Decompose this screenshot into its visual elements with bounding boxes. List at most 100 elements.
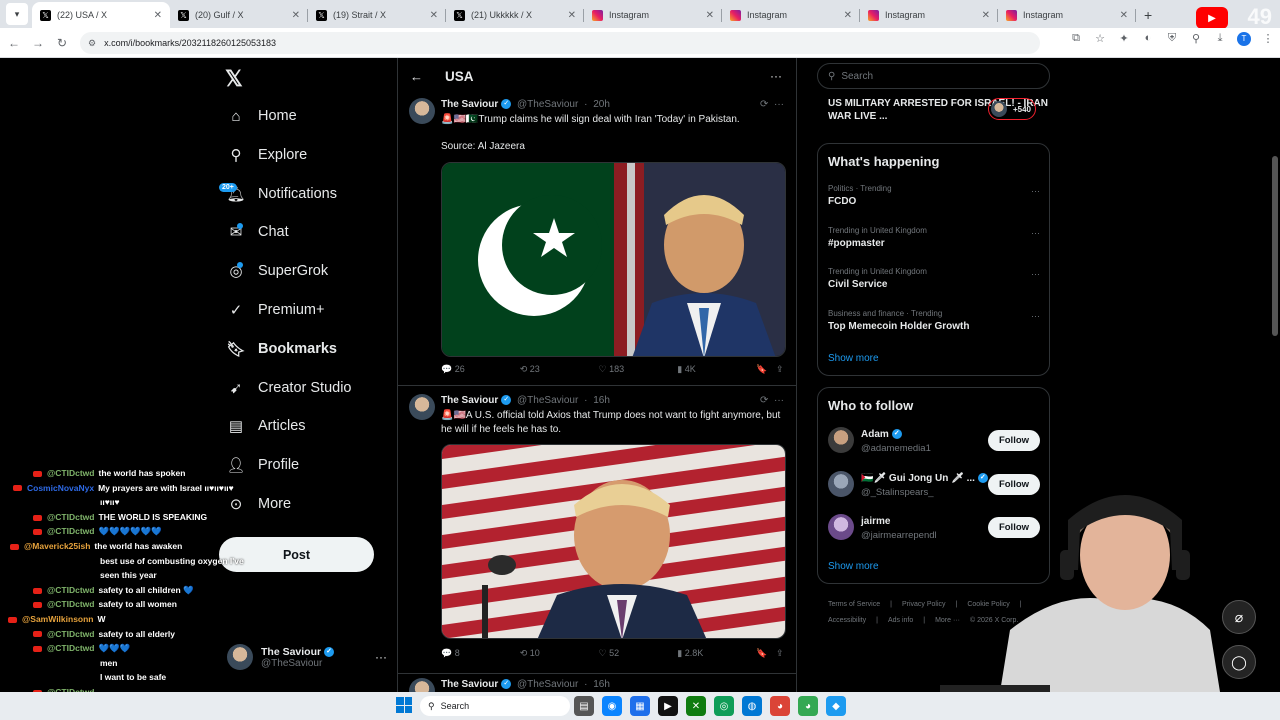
app-icon[interactable]: ◍ [742, 696, 762, 716]
browser-tab[interactable]: Instagram ✕ [860, 2, 998, 28]
close-icon[interactable]: ✕ [154, 10, 162, 21]
close-icon[interactable]: ✕ [706, 10, 714, 21]
avatar[interactable] [409, 394, 435, 420]
stream-app-icon[interactable]: ◎ [714, 696, 734, 716]
tweet-image[interactable] [441, 162, 786, 357]
taskbar-search[interactable]: ⚲ Search [420, 696, 570, 716]
views-button[interactable]: ▮ 4K [677, 364, 756, 375]
back-icon[interactable]: ← [2, 36, 26, 50]
url-input[interactable]: ⚙ x.com/i/bookmarks/2032118260125053183 [80, 32, 1040, 54]
profile-avatar[interactable]: T [1237, 32, 1251, 46]
tweet-author-name[interactable]: The Saviour [441, 99, 498, 110]
close-icon[interactable]: ✕ [1120, 10, 1128, 21]
bookmark-icon[interactable]: 🔖 [756, 364, 776, 375]
menu-icon[interactable]: ⋮ [1256, 32, 1280, 46]
reply-button[interactable]: 💬 8 [441, 648, 520, 659]
nav-item-explore[interactable]: ⚲ Explore [227, 141, 308, 169]
repost-button[interactable]: ⟲ 23 [520, 364, 599, 375]
scrollbar[interactable] [1270, 58, 1280, 692]
nav-item-chat[interactable]: ✉ Chat [227, 218, 289, 246]
store-icon[interactable]: ▦ [630, 696, 650, 716]
browser-tab[interactable]: Instagram ✕ [584, 2, 722, 28]
views-button[interactable]: ▮ 2.8K [677, 648, 756, 659]
trend-item[interactable]: Business and finance · Trending Top Memec… [828, 309, 1040, 332]
suggestion-name[interactable]: Adam [861, 429, 889, 440]
bookmark-icon[interactable]: 🔖 [756, 648, 776, 659]
chrome-icon[interactable]: ◕ [770, 696, 790, 716]
account-switcher[interactable]: The Saviour ✓ @TheSaviour ··· [227, 642, 387, 672]
tweet-author-handle[interactable]: @TheSaviour [517, 679, 578, 690]
install-icon[interactable]: ⧉ [1064, 32, 1088, 46]
like-button[interactable]: ♡ 52 [599, 648, 678, 659]
more-icon[interactable]: ··· [1031, 311, 1040, 321]
back-arrow-icon[interactable]: ← [410, 69, 423, 84]
tweet-author-handle[interactable]: @TheSaviour [517, 395, 578, 406]
close-icon[interactable]: ✕ [982, 10, 990, 21]
x-logo-icon[interactable]: 𝕏 [225, 66, 243, 92]
shield-icon[interactable]: ⛨ [1160, 32, 1184, 46]
browser-tab[interactable]: Instagram ✕ [722, 2, 860, 28]
more-icon[interactable]: ··· [1031, 186, 1040, 196]
grok-icon[interactable]: ⌀ [1222, 600, 1256, 634]
show-more-link[interactable]: Show more [828, 561, 879, 572]
site-info-icon[interactable]: ⚙ [88, 38, 96, 49]
tab-list-button[interactable]: ▾ [6, 3, 28, 25]
nav-item-notifications[interactable]: 🔔︎ 20+ Notifications [219, 180, 337, 208]
show-more-link[interactable]: Show more [828, 353, 879, 364]
avatar[interactable] [828, 514, 854, 540]
like-button[interactable]: ♡ 183 [599, 364, 678, 375]
browser-tab[interactable]: 𝕏 (22) USA / X ✕ [32, 2, 170, 28]
more-icon[interactable]: ··· [1031, 228, 1040, 238]
bookmark-star-icon[interactable]: ☆ [1088, 32, 1112, 46]
terminal-icon[interactable]: ▶ [658, 696, 678, 716]
tweet-time[interactable]: 16h [593, 679, 610, 690]
xbox-icon[interactable]: ✕ [686, 696, 706, 716]
close-icon[interactable]: ✕ [430, 10, 438, 21]
chrome-icon[interactable]: ◕ [798, 696, 818, 716]
extension-icon[interactable]: ✦ [1112, 32, 1136, 46]
nav-item-bookmarks[interactable]: 🔖︎ Bookmarks [226, 335, 337, 363]
avatar[interactable] [828, 470, 854, 497]
more-icon[interactable]: ··· [774, 395, 784, 406]
tweet-author-name[interactable]: The Saviour [441, 679, 498, 690]
more-icon[interactable]: ··· [1031, 269, 1040, 279]
trend-item[interactable]: Trending in United Kingdom #popmaster ··· [828, 226, 1040, 249]
nav-item-creator-studio[interactable]: ➹ Creator Studio [227, 374, 352, 402]
footer-link[interactable]: Privacy Policy [902, 601, 946, 608]
browser-tab[interactable]: 𝕏 (21) Ukkkkk / X ✕ [446, 2, 584, 28]
nav-item-premium[interactable]: ✓ Premium+ [227, 296, 325, 324]
browser-tab[interactable]: 𝕏 (20) Gulf / X ✕ [170, 2, 308, 28]
share-icon[interactable]: ⇪ [776, 648, 786, 659]
extension-icon[interactable]: ◐ [1136, 32, 1160, 46]
more-icon[interactable]: ··· [774, 99, 784, 110]
reply-button[interactable]: 💬 26 [441, 364, 520, 375]
more-icon[interactable]: ··· [770, 69, 782, 83]
tweet-time[interactable]: 20h [593, 99, 610, 110]
tweet[interactable]: The Saviour ✓ @TheSaviour · 20h ⟳ ··· 🚨🇺🇸… [398, 96, 796, 386]
browser-tab[interactable]: 𝕏 (19) Strait / X ✕ [308, 2, 446, 28]
tweet[interactable]: The Saviour ✓ @TheSaviour · 16h ⟳ ··· 🚨🇺🇸… [398, 392, 796, 674]
follow-suggestion[interactable]: Adam ✓ @adamemedia1 Follow [828, 427, 1040, 457]
search-input[interactable]: ⚲ Search [817, 63, 1050, 89]
app-icon[interactable]: ◆ [826, 696, 846, 716]
trend-item[interactable]: Trending in United Kingdom Civil Service ·… [828, 267, 1040, 290]
puzzle-icon[interactable]: ⚲ [1184, 32, 1208, 46]
follow-button[interactable]: Follow [988, 430, 1040, 451]
download-icon[interactable]: ⤓ [1208, 32, 1232, 46]
forward-icon[interactable]: → [26, 36, 50, 50]
suggestion-name[interactable]: jairme [861, 516, 890, 527]
nav-item-supergrok[interactable]: ◎ SuperGrok [227, 257, 328, 285]
tweet-time[interactable]: 16h [593, 395, 610, 406]
reload-icon[interactable]: ↻ [50, 36, 74, 50]
grok-icon[interactable]: ⟳ [760, 395, 768, 406]
close-icon[interactable]: ✕ [568, 10, 576, 21]
live-listeners-pill[interactable]: +540 [988, 98, 1036, 120]
tweet-author-handle[interactable]: @TheSaviour [517, 99, 578, 110]
edge-icon[interactable]: ◉ [602, 696, 622, 716]
close-icon[interactable]: ✕ [844, 10, 852, 21]
trend-item[interactable]: Politics · Trending FCDO ··· [828, 184, 1040, 207]
new-tab-button[interactable]: + [1144, 7, 1152, 23]
footer-link[interactable]: Ads info [888, 617, 913, 624]
close-icon[interactable]: ✕ [292, 10, 300, 21]
avatar[interactable] [409, 98, 435, 124]
